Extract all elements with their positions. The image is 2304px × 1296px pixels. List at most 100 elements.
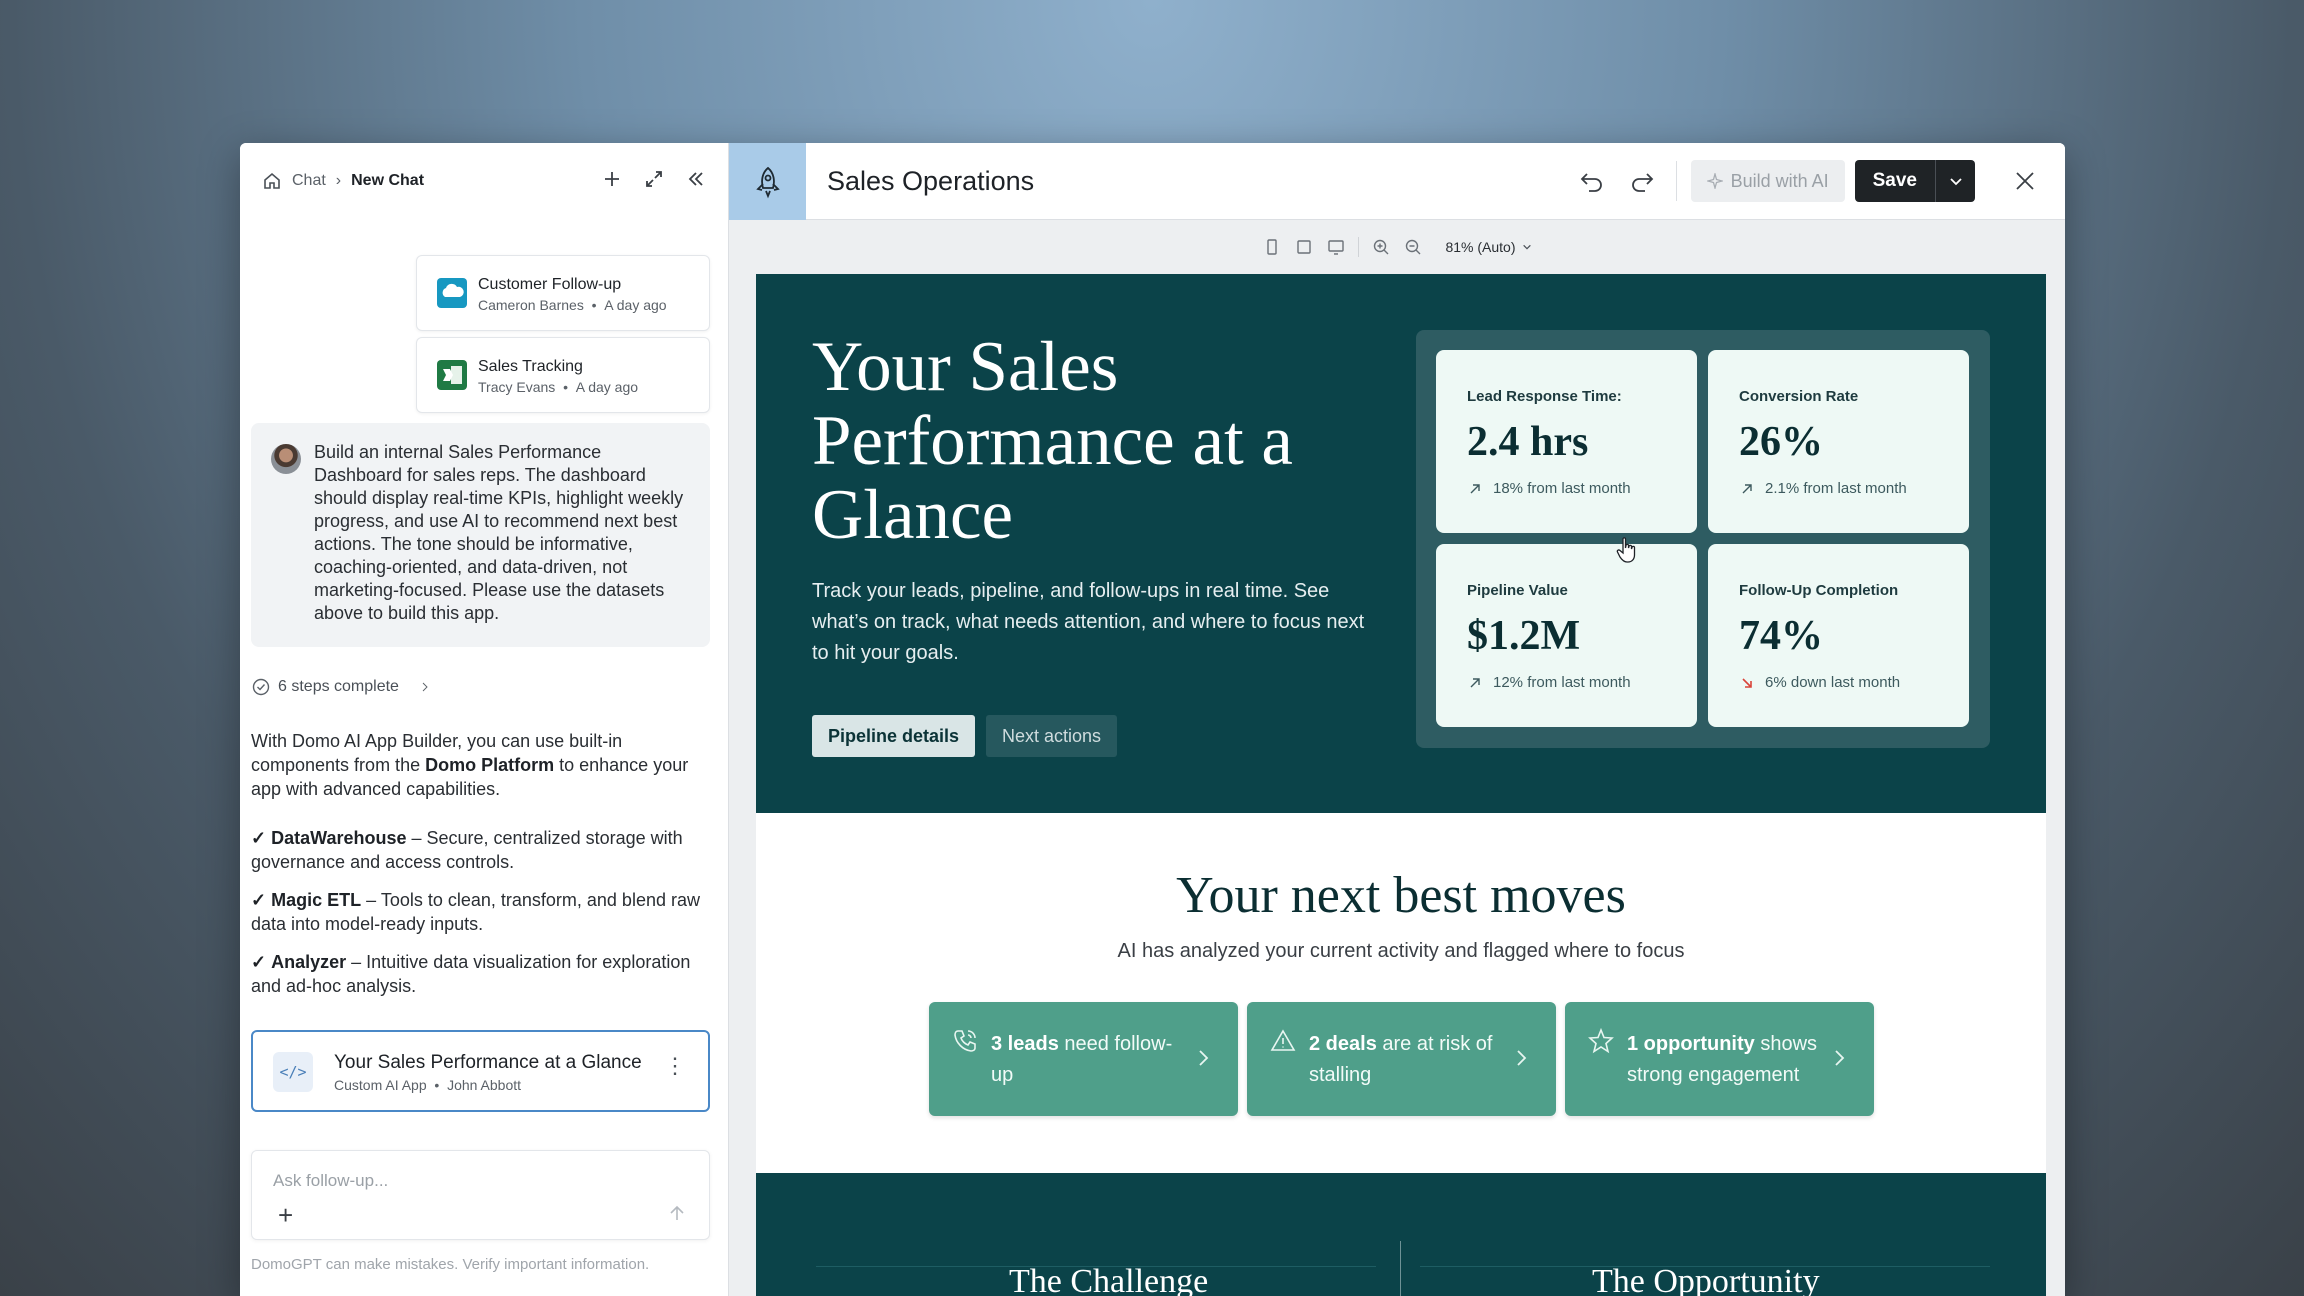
- undo-icon[interactable]: [1572, 160, 1612, 202]
- hero-subtitle: Track your leads, pipeline, and follow-u…: [812, 580, 1365, 664]
- send-arrow-icon[interactable]: [667, 1203, 687, 1223]
- chevron-right-icon: [1194, 1046, 1214, 1070]
- kpi-trend: 6% down last month: [1739, 674, 1900, 691]
- kpi-card-pipeline-value[interactable]: Pipeline Value $1.2M 12% from last month: [1436, 544, 1697, 727]
- rocket-icon: [729, 143, 806, 220]
- feature-item: ✓ Magic ETL – Tools to clean, transform,…: [251, 890, 700, 934]
- feature-item: ✓ Analyzer – Intuitive data visualizatio…: [251, 952, 691, 996]
- kpi-trend: 2.1% from last month: [1739, 480, 1907, 497]
- collapse-panel-icon[interactable]: [684, 167, 708, 191]
- editor-topbar: Sales Operations Build with AI Save: [729, 143, 2065, 220]
- kpi-trend: 18% from last month: [1467, 480, 1631, 497]
- chat-toolbar: [600, 167, 708, 191]
- user-prompt-text: Build an internal Sales Performance Dash…: [314, 442, 684, 623]
- app-preview-canvas: Your Sales Performance at a Glance Track…: [756, 274, 2046, 1296]
- kpi-card-conversion-rate[interactable]: Conversion Rate 26% 2.1% from last month: [1708, 350, 1969, 533]
- expand-icon[interactable]: [642, 167, 666, 191]
- move-card-text: 3 leads need follow-up: [991, 1033, 1173, 1086]
- follow-up-input[interactable]: Ask follow-up...: [273, 1171, 388, 1191]
- trend-up-arrow-icon: [1739, 481, 1755, 497]
- toolbar-divider: [1358, 237, 1360, 257]
- column-divider: [1400, 1241, 1401, 1296]
- tablet-view-icon[interactable]: [1294, 237, 1314, 257]
- home-icon[interactable]: [262, 171, 282, 191]
- kpi-label: Pipeline Value: [1467, 582, 1568, 599]
- kpi-value: $1.2M: [1467, 613, 1581, 659]
- challenge-heading: The Challenge: [1009, 1263, 1209, 1296]
- file-card-customer-follow-up[interactable]: Customer Follow-up Cameron Barnes • A da…: [416, 255, 710, 331]
- page-title: Sales Operations: [827, 166, 1035, 196]
- save-options-chevron-down-icon[interactable]: [1935, 160, 1975, 202]
- kpi-panel: Lead Response Time: 2.4 hrs 18% from las…: [1416, 330, 1990, 748]
- file-meta: Tracy Evans • A day ago: [478, 379, 639, 395]
- chevron-right-icon: [1830, 1046, 1850, 1070]
- kpi-trend: 12% from last month: [1467, 674, 1631, 691]
- next-actions-button[interactable]: Next actions: [986, 715, 1118, 757]
- sparkle-icon: [1706, 173, 1723, 189]
- user-prompt-bubble: Build an internal Sales Performance Dash…: [251, 423, 710, 647]
- kpi-value: 2.4 hrs: [1467, 419, 1589, 465]
- attach-plus-icon[interactable]: +: [278, 1202, 293, 1228]
- breadcrumb-current: New Chat: [351, 172, 425, 189]
- warning-icon: [1269, 1027, 1297, 1055]
- kpi-label: Lead Response Time:: [1467, 388, 1622, 405]
- app-card-meta: Custom AI App • John Abbott: [334, 1077, 522, 1093]
- hero-section: Your Sales Performance at a Glance Track…: [756, 274, 2046, 813]
- move-card-opportunity[interactable]: 1 opportunity shows strong engagement: [1565, 1002, 1874, 1116]
- zoom-out-icon[interactable]: [1403, 237, 1423, 257]
- move-card-deals[interactable]: 2 deals are at risk of stalling: [1247, 1002, 1556, 1116]
- kpi-value: 74%: [1739, 613, 1823, 659]
- kpi-label: Conversion Rate: [1739, 388, 1859, 405]
- challenge-opportunity-section: The Challenge The Opportunity: [756, 1173, 2046, 1296]
- redo-icon[interactable]: [1622, 160, 1662, 202]
- follow-up-composer[interactable]: Ask follow-up... +: [251, 1150, 710, 1240]
- chevron-right-icon: [419, 681, 431, 693]
- chat-header: Chat › New Chat: [240, 143, 728, 219]
- chevron-right-icon: [1512, 1046, 1532, 1070]
- file-name: Sales Tracking: [478, 358, 583, 375]
- pipeline-details-button[interactable]: Pipeline details: [812, 715, 976, 757]
- zoom-in-icon[interactable]: [1371, 237, 1391, 257]
- build-with-ai-label: Build with AI: [1730, 170, 1829, 191]
- section-subtitle: AI has analyzed your current activity an…: [1117, 940, 1685, 962]
- steps-complete-toggle[interactable]: 6 steps complete: [252, 678, 431, 696]
- code-icon: </>: [273, 1052, 313, 1092]
- save-button[interactable]: Save: [1854, 160, 1935, 202]
- app-card-name: Your Sales Performance at a Glance: [334, 1052, 642, 1073]
- section-title: Your next best moves: [1176, 867, 1626, 924]
- zoom-select[interactable]: 81% (Auto): [1445, 239, 1531, 255]
- hero-title: Your Sales Performance at a Glance: [812, 328, 1293, 554]
- new-chat-plus-icon[interactable]: [600, 167, 624, 191]
- more-options-icon[interactable]: ⋮: [664, 1055, 686, 1077]
- build-with-ai-button[interactable]: Build with AI: [1690, 160, 1845, 202]
- file-meta: Cameron Barnes • A day ago: [478, 297, 667, 313]
- mobile-view-icon[interactable]: [1262, 237, 1282, 257]
- assistant-answer: With Domo AI App Builder, you can use bu…: [251, 729, 706, 1012]
- breadcrumb: Chat › New Chat: [262, 171, 424, 191]
- trend-down-arrow-icon: [1739, 675, 1755, 691]
- zoom-value: 81% (Auto): [1445, 239, 1516, 255]
- chevron-down-icon: [1522, 242, 1532, 252]
- move-card-text: 2 deals are at risk of stalling: [1309, 1033, 1493, 1086]
- view-toolbar: 81% (Auto): [729, 220, 2065, 274]
- star-icon: [1587, 1027, 1615, 1055]
- kpi-label: Follow-Up Completion: [1739, 582, 1899, 599]
- steps-label: 6 steps complete: [278, 678, 399, 695]
- editor-actions: Build with AI Save: [1572, 160, 2045, 202]
- generated-app-card[interactable]: </> Your Sales Performance at a Glance C…: [251, 1030, 710, 1112]
- file-card-sales-tracking[interactable]: Sales Tracking Tracy Evans • A day ago: [416, 337, 710, 413]
- desktop-view-icon[interactable]: [1326, 237, 1346, 257]
- app-editor: Sales Operations Build with AI Save 81% …: [729, 143, 2065, 1296]
- answer-intro: With Domo AI App Builder, you can use bu…: [251, 731, 689, 799]
- close-icon[interactable]: [2005, 160, 2045, 202]
- toolbar-divider: [1675, 161, 1677, 201]
- kpi-card-lead-response[interactable]: Lead Response Time: 2.4 hrs 18% from las…: [1436, 350, 1697, 533]
- move-card-leads[interactable]: 3 leads need follow-up: [929, 1002, 1238, 1116]
- excel-icon: [437, 360, 467, 390]
- kpi-value: 26%: [1739, 419, 1823, 465]
- salesforce-icon: [437, 278, 467, 308]
- kpi-card-follow-up-completion[interactable]: Follow-Up Completion 74% 6% down last mo…: [1708, 544, 1969, 727]
- breadcrumb-chat-link[interactable]: Chat: [292, 172, 326, 190]
- feature-item: ✓ DataWarehouse – Secure, centralized st…: [251, 828, 683, 872]
- breadcrumb-separator: ›: [335, 172, 342, 189]
